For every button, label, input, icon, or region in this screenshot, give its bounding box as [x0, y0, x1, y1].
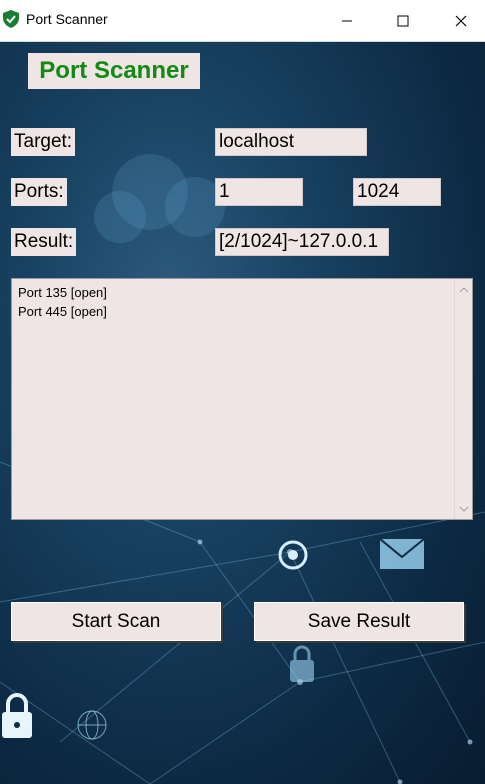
vertical-scrollbar[interactable] — [454, 279, 472, 519]
minimize-button[interactable] — [318, 0, 376, 41]
result-summary-field: [2/1024]~127.0.0.1 — [215, 228, 389, 256]
scroll-up-button[interactable] — [455, 281, 472, 298]
port-start-input[interactable]: 1 — [215, 178, 303, 206]
port-end-input[interactable]: 1024 — [353, 178, 441, 206]
window-client-area: Port Scanner Target: localhost Ports: 1 … — [0, 42, 485, 784]
ports-label: Ports: — [11, 178, 67, 206]
minimize-icon — [342, 20, 352, 21]
result-line: Port 445 [open] — [18, 304, 107, 319]
maximize-icon — [397, 15, 409, 26]
chevron-up-icon — [459, 286, 468, 292]
maximize-button[interactable] — [374, 0, 432, 41]
lock-icon-small — [290, 645, 314, 682]
save-result-button[interactable]: Save Result — [254, 602, 464, 641]
window-title: Port Scanner — [26, 11, 108, 27]
start-scan-button[interactable]: Start Scan — [11, 602, 221, 641]
close-button[interactable] — [432, 0, 485, 41]
close-icon — [455, 15, 467, 26]
target-icon — [278, 540, 308, 570]
title-bar: Port Scanner — [0, 0, 485, 42]
result-list: Port 135 [open] Port 445 [open] — [18, 283, 107, 321]
envelope-icon — [379, 538, 425, 569]
target-label: Target: — [11, 128, 76, 156]
chevron-down-icon — [459, 506, 468, 512]
result-line: Port 135 [open] — [18, 285, 107, 300]
shield-check-icon — [3, 10, 19, 28]
target-input[interactable]: localhost — [215, 128, 367, 156]
app-heading: Port Scanner — [28, 53, 200, 89]
scroll-down-button[interactable] — [455, 500, 472, 517]
result-textarea[interactable]: Port 135 [open] Port 445 [open] — [11, 278, 473, 520]
result-label: Result: — [11, 228, 77, 256]
lock-icon — [2, 693, 32, 738]
